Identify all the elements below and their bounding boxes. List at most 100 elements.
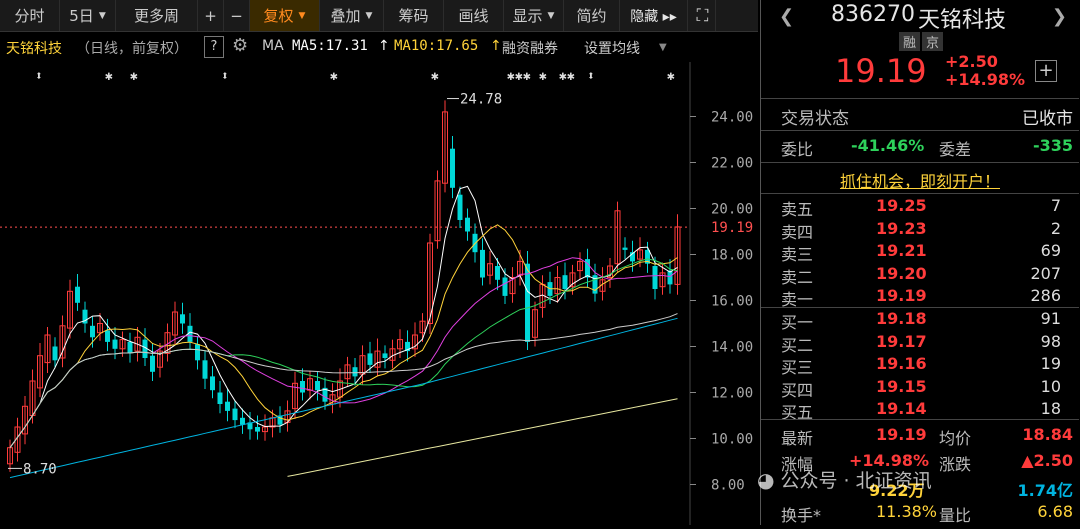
y-tick-label: 16.00	[711, 294, 753, 310]
asks-vol: 7	[1050, 196, 1061, 215]
candle-body	[202, 360, 208, 379]
event-marker-icon[interactable]: ✱	[507, 69, 515, 84]
event-marker-icon[interactable]: ✱	[567, 69, 575, 84]
event-marker-icon[interactable]: ⬍	[221, 69, 229, 84]
dropdown-arrow-icon: ▼	[547, 10, 555, 21]
bids-row[interactable]: 买二 19.17 98	[781, 332, 1061, 355]
bids-row[interactable]: 买五 19.14 18	[781, 399, 1061, 422]
margin-trading-label[interactable]: 融资融券	[502, 38, 558, 58]
toolbar-button-label: 筹码	[398, 7, 429, 25]
asks-price: 19.25	[876, 196, 927, 215]
asks-label: 卖五	[781, 200, 814, 219]
ma-label[interactable]: MA	[262, 38, 284, 54]
event-marker-icon[interactable]: ✱	[523, 69, 531, 84]
price-change: +2.50	[945, 52, 998, 71]
set-ma-dropdown-icon[interactable]: ▼	[659, 42, 667, 53]
bids-vol: 18	[1040, 399, 1061, 418]
margin-tag: 融	[899, 32, 921, 51]
candle-body	[232, 408, 238, 421]
candle-body	[502, 277, 508, 296]
toolbar-button-4[interactable]: −	[224, 0, 250, 31]
event-marker-icon[interactable]: ✱	[105, 69, 113, 84]
event-marker-icon[interactable]: ✱	[330, 69, 338, 84]
toolbar-button-10[interactable]: 简约	[564, 0, 620, 31]
ma5-value: MA5:17.31	[292, 38, 368, 54]
candle-body	[112, 339, 118, 349]
toolbar-button-11[interactable]: 隐藏 ▸▸	[620, 0, 688, 31]
next-stock-icon[interactable]: ❯	[1052, 6, 1067, 27]
stock-tags: 融京	[899, 32, 944, 51]
candle-body	[300, 381, 305, 393]
prev-stock-icon[interactable]: ❮	[779, 6, 794, 27]
toolbar-button-label: 显示	[512, 7, 543, 25]
event-marker-icon[interactable]: ✱	[130, 69, 138, 84]
event-marker-icon[interactable]: ⬍	[587, 69, 595, 84]
indicator-bar: 天铭科技 （日线，前复权） ? ⚙ MA MA5:17.31 ↑ MA10:17…	[0, 32, 760, 62]
current-price-tag: 19.19	[711, 220, 753, 236]
stock-name: 天铭科技	[918, 8, 1007, 33]
asks-row[interactable]: 卖一 19.19 286	[781, 286, 1061, 309]
kline-chart[interactable]: 24.00 22.00 20.00 18.00 16.00 14.00 12.00 10.00…	[0, 62, 760, 525]
chg-label: 涨跌	[939, 455, 972, 474]
event-marker-icon[interactable]: ✱	[559, 69, 567, 84]
asks-row[interactable]: 卖二 19.20 207	[781, 263, 1061, 287]
toolbar-button-7[interactable]: 筹码	[384, 0, 444, 31]
ma5-line	[9, 185, 678, 448]
candle-body	[217, 392, 223, 404]
asks-row[interactable]: 卖三 19.21 69	[781, 241, 1061, 264]
toolbar-button-label: 简约	[576, 7, 607, 25]
bids-row[interactable]: 买四 19.15 10	[781, 377, 1061, 400]
asks-row[interactable]: 卖五 19.25 7	[781, 196, 1061, 219]
y-tick-label: 8.00	[711, 478, 745, 494]
toolbar-button-3[interactable]: +	[198, 0, 224, 31]
bids-row[interactable]: 买三 19.16 19	[781, 354, 1061, 377]
low-annotation: 8.70	[23, 461, 57, 477]
candle-body	[225, 401, 230, 411]
toolbar-button-2[interactable]: 更多周	[116, 0, 198, 31]
toolbar-button-1[interactable]: 5日 ▼	[60, 0, 116, 31]
gear-icon[interactable]: ⚙	[232, 35, 248, 56]
candle-body	[127, 341, 133, 354]
asks-price: 19.23	[876, 218, 927, 238]
event-marker-icon[interactable]: ⬍	[35, 69, 43, 84]
candle-body	[255, 427, 260, 432]
toolbar-button-label: 叠加	[330, 7, 361, 25]
event-marker-icon[interactable]: ✱	[431, 69, 439, 84]
asks-price: 19.19	[876, 286, 927, 305]
candle-body	[495, 266, 500, 280]
asks-vol: 207	[1030, 263, 1061, 283]
toolbar-button-6[interactable]: 叠加 ▼	[320, 0, 384, 31]
avg-label: 均价	[939, 429, 972, 448]
asks-price: 19.21	[876, 241, 927, 260]
toolbar-button-label: −	[230, 6, 243, 25]
watermark: ◕ 公众号 · 北证资讯	[757, 468, 932, 492]
bids-label: 买四	[781, 380, 814, 400]
toolbar-button-5[interactable]: 复权 ▼	[250, 0, 320, 31]
quote-panel: ❮ 836270 天铭科技 ❯ 融京 19.19 +2.50 +14.98% +…	[757, 0, 1080, 525]
ma120-line	[9, 317, 678, 479]
toolbar-button-0[interactable]: 分时	[0, 0, 60, 31]
open-account-link[interactable]: 抓住机会，即刻开户！	[761, 168, 1079, 192]
price-change-pct: +14.98%	[945, 70, 1026, 89]
candle-body	[525, 263, 530, 342]
help-button[interactable]: ?	[204, 36, 224, 58]
asks-row[interactable]: 卖四 19.23 2	[781, 218, 1061, 242]
event-marker-icon[interactable]: ✱	[515, 69, 523, 84]
candle-body	[105, 330, 110, 342]
expand-icon[interactable]: ⛶	[690, 0, 716, 31]
set-ma-button[interactable]: 设置均线	[584, 38, 640, 58]
toolbar-button-9[interactable]: 显示 ▼	[504, 0, 564, 31]
y-tick-label: 20.00	[711, 202, 753, 218]
add-watchlist-icon[interactable]: +	[1035, 60, 1057, 82]
toolbar-button-8[interactable]: 画线	[444, 0, 504, 31]
status-row: 交易状态 已收市	[781, 104, 1073, 129]
event-marker-icon[interactable]: ✱	[667, 69, 675, 84]
bids-row[interactable]: 买一 19.18 91	[781, 309, 1061, 332]
toolbar-button-label: 复权	[263, 7, 294, 25]
candle-body	[315, 381, 320, 391]
event-marker-icon[interactable]: ✱	[539, 69, 547, 84]
asks-label: 卖二	[781, 267, 814, 287]
toolbar-button-label: 隐藏 ▸▸	[630, 8, 677, 25]
kline-svg[interactable]: 24.00 22.00 20.00 18.00 16.00 14.00 12.00 10.00…	[0, 62, 760, 525]
candle-body	[150, 355, 155, 372]
